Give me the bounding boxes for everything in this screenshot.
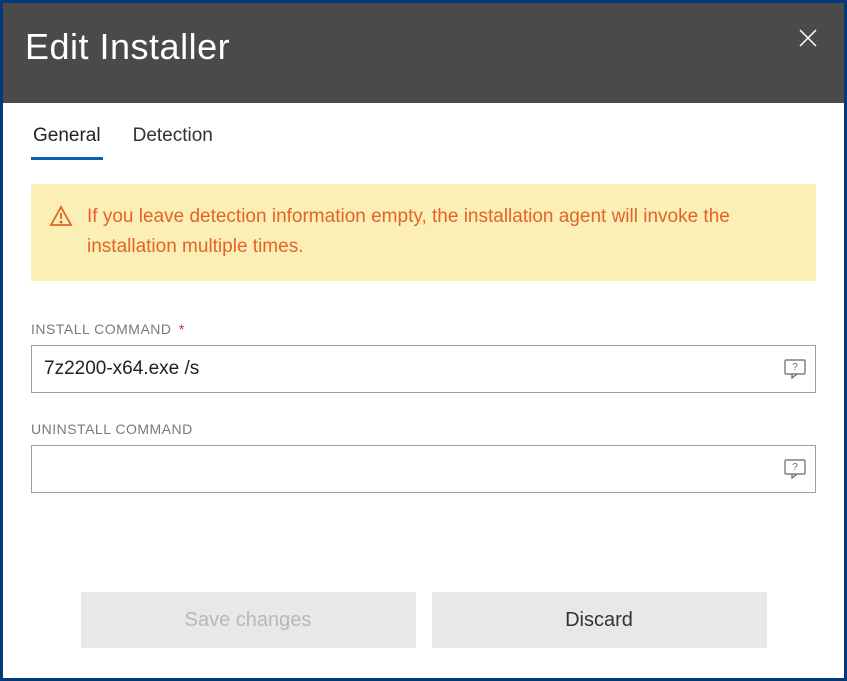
svg-text:?: ?	[792, 362, 798, 373]
close-button[interactable]	[794, 24, 822, 52]
dialog-title: Edit Installer	[25, 26, 230, 68]
warning-icon	[49, 204, 73, 228]
save-button[interactable]: Save changes	[81, 592, 416, 648]
install-help-button[interactable]: ?	[784, 359, 806, 379]
warning-text: If you leave detection information empty…	[87, 202, 796, 263]
tab-bar: General Detection	[31, 103, 816, 160]
required-indicator: *	[179, 321, 185, 337]
help-tooltip-icon: ?	[784, 359, 806, 379]
install-command-input[interactable]	[31, 345, 816, 393]
uninstall-command-label: UNINSTALL COMMAND	[31, 421, 816, 437]
edit-installer-dialog: Edit Installer General Detection If you …	[0, 0, 847, 681]
svg-text:?: ?	[792, 462, 798, 473]
close-icon	[799, 29, 817, 47]
field-label-text: INSTALL COMMAND	[31, 321, 172, 337]
help-tooltip-icon: ?	[784, 459, 806, 479]
install-command-label: INSTALL COMMAND *	[31, 321, 816, 337]
uninstall-command-group: UNINSTALL COMMAND ?	[31, 421, 816, 493]
dialog-content: General Detection If you leave detection…	[3, 103, 844, 678]
tab-detection[interactable]: Detection	[131, 119, 215, 160]
install-command-group: INSTALL COMMAND * ?	[31, 321, 816, 393]
install-command-input-wrap: ?	[31, 345, 816, 393]
discard-button[interactable]: Discard	[432, 592, 767, 648]
tab-general[interactable]: General	[31, 119, 103, 160]
uninstall-help-button[interactable]: ?	[784, 459, 806, 479]
spacer	[31, 493, 816, 576]
uninstall-command-input-wrap: ?	[31, 445, 816, 493]
dialog-buttons: Save changes Discard	[31, 576, 816, 658]
uninstall-command-input[interactable]	[31, 445, 816, 493]
warning-banner: If you leave detection information empty…	[31, 184, 816, 281]
dialog-header: Edit Installer	[3, 3, 844, 103]
